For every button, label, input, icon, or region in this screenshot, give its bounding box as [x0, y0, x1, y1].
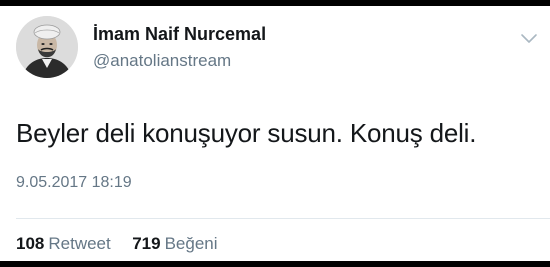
tweet-timestamp[interactable]: 9.05.2017 18:19 — [16, 174, 132, 192]
display-name[interactable]: İmam Naif Nurcemal — [93, 24, 266, 45]
user-handle[interactable]: @anatolianstream — [93, 51, 231, 71]
avatar-portrait — [16, 16, 78, 78]
retweet-stat[interactable]: 108 Retweet — [16, 234, 115, 253]
tweet-text: Beyler deli konuşuyor susun. Konuş deli. — [16, 118, 477, 148]
like-count: 719 — [132, 234, 161, 253]
retweet-label: Retweet — [48, 234, 111, 253]
avatar[interactable] — [16, 16, 78, 78]
retweet-count: 108 — [16, 234, 45, 253]
tweet-card: İmam Naif Nurcemal @anatolianstream Beyl… — [0, 6, 550, 261]
tweet-stats: 108 Retweet 719 Beğeni — [16, 234, 218, 254]
chevron-down-icon[interactable] — [520, 32, 538, 44]
divider — [16, 218, 550, 219]
like-stat[interactable]: 719 Beğeni — [132, 234, 217, 253]
like-label: Beğeni — [164, 234, 218, 253]
